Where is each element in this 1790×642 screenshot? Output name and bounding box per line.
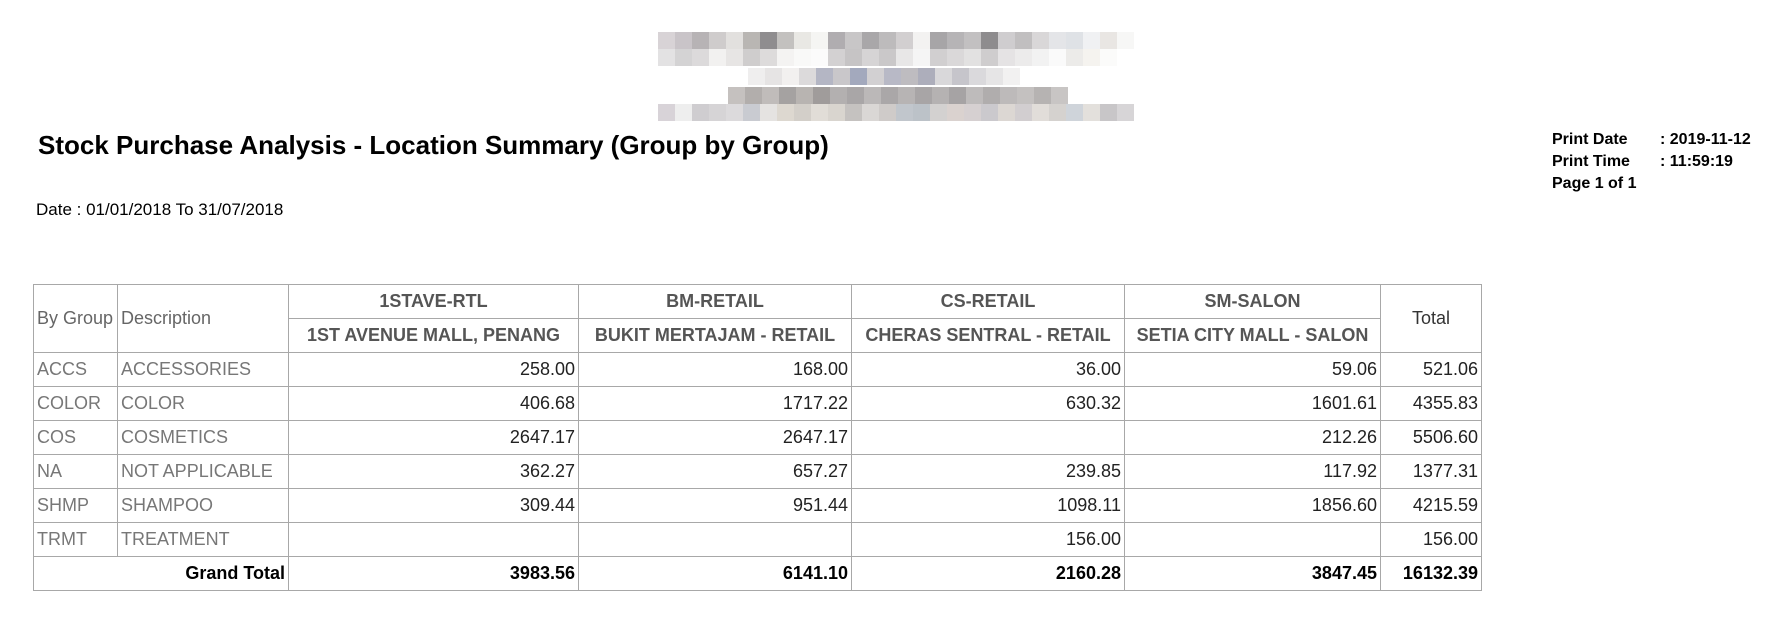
blur-row [748, 68, 1020, 85]
value-cell: 1856.60 [1124, 488, 1381, 523]
header-by-group: By Group [33, 284, 118, 353]
value-cell: 2647.17 [288, 420, 579, 455]
header-location-code: SM-SALON [1124, 284, 1381, 319]
print-date-line: Print Date : 2019-11-12 [1552, 129, 1751, 151]
date-range: Date : 01/01/2018 To 31/07/2018 [36, 200, 284, 219]
table-row: COLOR COLOR 406.68 1717.22 630.32 1601.6… [33, 386, 1482, 421]
header-description: Description [117, 284, 289, 353]
grand-total-overall: 16132.39 [1380, 556, 1482, 591]
grand-total-row: Grand Total 3983.56 6141.10 2160.28 3847… [33, 556, 1482, 591]
print-time-line: Print Time : 11:59:19 [1552, 151, 1751, 173]
print-info: Print Date : 2019-11-12 Print Time : 11:59… [1552, 129, 1751, 195]
header-total: Total [1380, 284, 1482, 353]
grand-total-cell: 6141.10 [578, 556, 852, 591]
header-location-name: CHERAS SENTRAL - RETAIL [851, 318, 1125, 353]
description-cell: TREATMENT [117, 522, 289, 557]
value-cell: 2647.17 [578, 420, 852, 455]
blur-row [658, 32, 1134, 49]
grand-total-cell: 3983.56 [288, 556, 579, 591]
value-cell: 36.00 [851, 352, 1125, 387]
value-cell: 1098.11 [851, 488, 1125, 523]
value-cell: 156.00 [851, 522, 1125, 557]
table-row: TRMT TREATMENT 156.00 156.00 [33, 522, 1482, 557]
value-cell: 117.92 [1124, 454, 1381, 489]
value-cell: 1717.22 [578, 386, 852, 421]
blur-row [728, 87, 1068, 104]
row-total-cell: 1377.31 [1380, 454, 1482, 489]
row-total-cell: 521.06 [1380, 352, 1482, 387]
value-cell: 168.00 [578, 352, 852, 387]
value-cell: 951.44 [578, 488, 852, 523]
value-cell: 239.85 [851, 454, 1125, 489]
location-summary-table: By Group Description 1STAVE-RTL BM-RETAI… [33, 284, 1482, 591]
value-cell: 630.32 [851, 386, 1125, 421]
header-row-location-codes: By Group Description 1STAVE-RTL BM-RETAI… [33, 284, 1482, 353]
row-total-cell: 4215.59 [1380, 488, 1482, 523]
table-row: ACCS ACCESSORIES 258.00 168.00 36.00 59.… [33, 352, 1482, 387]
header-location-name: SETIA CITY MALL - SALON [1124, 318, 1381, 353]
value-cell: 657.27 [578, 454, 852, 489]
table-row: NA NOT APPLICABLE 362.27 657.27 239.85 1… [33, 454, 1482, 489]
value-cell: 309.44 [288, 488, 579, 523]
description-cell: SHAMPOO [117, 488, 289, 523]
header-location-code: 1STAVE-RTL [288, 284, 579, 319]
group-code-cell: COLOR [33, 386, 118, 421]
header-location-name: 1ST AVENUE MALL, PENANG [288, 318, 579, 353]
value-cell: 258.00 [288, 352, 579, 387]
report-title: Stock Purchase Analysis - Location Summa… [38, 130, 829, 160]
description-cell: COLOR [117, 386, 289, 421]
group-code-cell: NA [33, 454, 118, 489]
group-code-cell: TRMT [33, 522, 118, 557]
group-code-cell: SHMP [33, 488, 118, 523]
row-total-cell: 156.00 [1380, 522, 1482, 557]
header-location-code: CS-RETAIL [851, 284, 1125, 319]
row-total-cell: 5506.60 [1380, 420, 1482, 455]
page-number: Page 1 of 1 [1552, 175, 1637, 192]
value-cell [578, 522, 852, 557]
value-cell: 59.06 [1124, 352, 1381, 387]
header-location-code: BM-RETAIL [578, 284, 852, 319]
grand-total-cell: 2160.28 [851, 556, 1125, 591]
table-row: SHMP SHAMPOO 309.44 951.44 1098.11 1856.… [33, 488, 1482, 523]
header-location-name: BUKIT MERTAJAM - RETAIL [578, 318, 852, 353]
print-date-value: : 2019-11-12 [1660, 131, 1751, 148]
value-cell [1124, 522, 1381, 557]
description-cell: ACCESSORIES [117, 352, 289, 387]
value-cell: 212.26 [1124, 420, 1381, 455]
group-code-cell: COS [33, 420, 118, 455]
value-cell [288, 522, 579, 557]
group-code-cell: ACCS [33, 352, 118, 387]
blurred-company-header [658, 32, 1214, 128]
print-date-label: Print Date [1552, 131, 1628, 148]
value-cell: 1601.61 [1124, 386, 1381, 421]
print-time-label: Print Time [1552, 153, 1630, 170]
row-total-cell: 4355.83 [1380, 386, 1482, 421]
description-cell: NOT APPLICABLE [117, 454, 289, 489]
value-cell [851, 420, 1125, 455]
blur-row [658, 104, 1134, 121]
grand-total-cell: 3847.45 [1124, 556, 1381, 591]
value-cell: 362.27 [288, 454, 579, 489]
description-cell: COSMETICS [117, 420, 289, 455]
grand-total-label: Grand Total [33, 556, 289, 591]
table-row: COS COSMETICS 2647.17 2647.17 212.26 550… [33, 420, 1482, 455]
value-cell: 406.68 [288, 386, 579, 421]
print-time-value: : 11:59:19 [1660, 153, 1733, 170]
blur-row [658, 49, 1134, 66]
